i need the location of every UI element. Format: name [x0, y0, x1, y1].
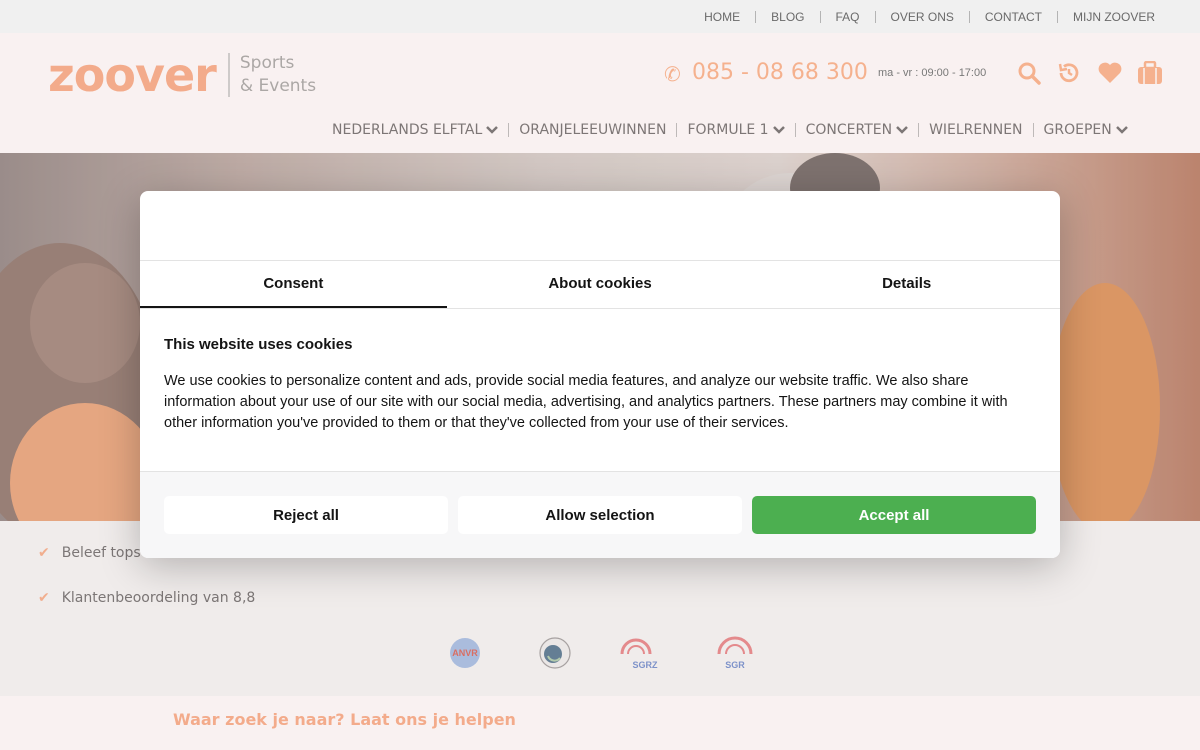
tab-details[interactable]: Details: [753, 261, 1060, 308]
accept-all-button[interactable]: Accept all: [752, 496, 1036, 534]
tab-consent[interactable]: Consent: [140, 261, 447, 308]
cookie-consent-dialog: Consent About cookies Details This websi…: [140, 191, 1060, 558]
dialog-title: This website uses cookies: [164, 336, 353, 353]
reject-all-button[interactable]: Reject all: [164, 496, 448, 534]
allow-selection-button[interactable]: Allow selection: [458, 496, 742, 534]
dialog-body: This website uses cookies We use cookies…: [140, 309, 1060, 472]
tab-about-cookies[interactable]: About cookies: [447, 261, 754, 308]
dialog-description: We use cookies to personalize content an…: [164, 373, 1008, 431]
dialog-tabs: Consent About cookies Details: [140, 261, 1060, 309]
dialog-button-row: Reject all Allow selection Accept all: [140, 472, 1060, 558]
dialog-logo-area: [140, 191, 1060, 261]
